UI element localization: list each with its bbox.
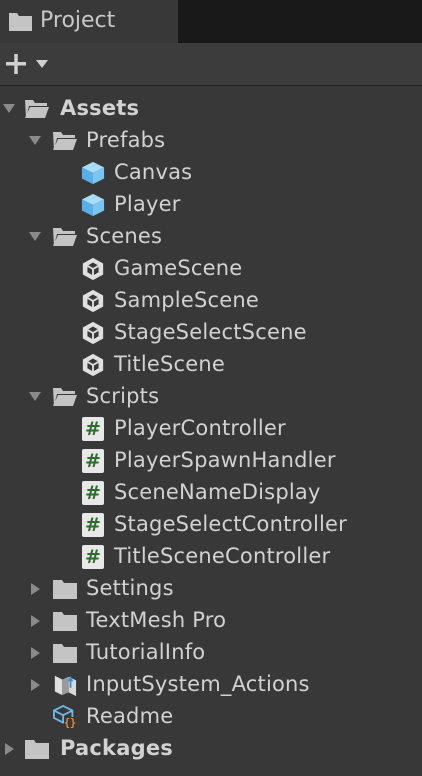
tree-item-label: Assets <box>60 96 140 120</box>
tree-item-packages[interactable]: Packages <box>0 733 422 765</box>
collapsed-arrow-icon[interactable] <box>28 646 42 660</box>
tree-item-playerspawnhandler[interactable]: # PlayerSpawnHandler <box>0 445 422 477</box>
tree-item-label: Canvas <box>114 160 193 184</box>
collapsed-arrow-icon[interactable] <box>2 742 16 756</box>
expanded-arrow-icon[interactable] <box>28 134 42 148</box>
open-folder-icon <box>25 100 49 118</box>
prefab-icon <box>81 193 105 217</box>
tab-project[interactable]: Project <box>0 0 178 43</box>
tree-item-label: TextMesh Pro <box>86 608 227 632</box>
create-button[interactable] <box>4 51 54 77</box>
unity-scene-icon <box>82 321 104 345</box>
tree-item-samplescene[interactable]: SampleScene <box>0 285 422 317</box>
tree-item-label: StageSelectScene <box>114 320 307 344</box>
tree-item-label: Readme <box>86 704 174 728</box>
svg-text:{}: {} <box>64 718 76 729</box>
toolbar <box>0 43 422 86</box>
open-folder-icon <box>53 132 77 150</box>
tree-item-label: StageSelectController <box>114 512 347 536</box>
tree-item-label: GameScene <box>114 256 243 280</box>
expanded-arrow-icon[interactable] <box>28 390 42 404</box>
tree-item-titlescenecontroller[interactable]: # TitleSceneController <box>0 541 422 573</box>
tree-item-readme[interactable]: {} Readme <box>0 701 422 733</box>
unity-scene-icon <box>82 257 104 281</box>
tree-item-scripts[interactable]: Scripts <box>0 381 422 413</box>
collapsed-arrow-icon[interactable] <box>28 678 42 692</box>
tree-item-assets[interactable]: Assets <box>0 93 422 125</box>
readme-json-icon: {} <box>53 705 76 729</box>
tree-item-inputsystem-actions[interactable]: InputSystem_Actions <box>0 669 422 701</box>
tree-item-scenenamedisplay[interactable]: # SceneNameDisplay <box>0 477 422 509</box>
collapsed-arrow-icon[interactable] <box>28 582 42 596</box>
tree-item-label: InputSystem_Actions <box>86 672 310 696</box>
tree-item-settings[interactable]: Settings <box>0 573 422 605</box>
unity-scene-icon <box>82 353 104 377</box>
tree-item-label: PlayerController <box>114 416 286 440</box>
tree-item-scenes[interactable]: Scenes <box>0 221 422 253</box>
tab-strip: Project <box>0 0 422 43</box>
open-folder-icon <box>53 228 77 246</box>
tree-item-label: TitleSceneController <box>114 544 331 568</box>
tree-item-label: Scenes <box>86 224 163 248</box>
tree-item-stageselectcontroller[interactable]: # StageSelectController <box>0 509 422 541</box>
tree-item-label: Scripts <box>86 384 160 408</box>
input-actions-icon <box>54 675 77 697</box>
caret-down-icon <box>36 60 48 68</box>
folder-icon <box>9 13 32 31</box>
plus-icon <box>6 54 26 74</box>
tree-item-tutorialinfo[interactable]: TutorialInfo <box>0 637 422 669</box>
tree-item-playercontroller[interactable]: # PlayerController <box>0 413 422 445</box>
folder-icon <box>53 612 77 631</box>
folder-icon <box>25 740 49 759</box>
tree-item-label: TitleScene <box>114 352 226 376</box>
tree-item-titlescene[interactable]: TitleScene <box>0 349 422 381</box>
tree-item-gamescene[interactable]: GameScene <box>0 253 422 285</box>
csharp-script-icon: # <box>82 513 104 537</box>
tree-item-textmeshpro[interactable]: TextMesh Pro <box>0 605 422 637</box>
tree-item-label: SampleScene <box>114 288 259 312</box>
tree-item-player[interactable]: Player <box>0 189 422 221</box>
tree-item-label: Prefabs <box>86 128 166 152</box>
tree-item-label: Settings <box>86 576 174 600</box>
tree-item-prefabs[interactable]: Prefabs <box>0 125 422 157</box>
tree-item-label: PlayerSpawnHandler <box>114 448 336 472</box>
csharp-script-icon: # <box>82 481 104 505</box>
tree-item-label: TutorialInfo <box>86 640 206 664</box>
csharp-script-icon: # <box>82 417 104 441</box>
open-folder-icon <box>53 388 77 406</box>
prefab-icon <box>81 161 105 185</box>
tree-item-label: SceneNameDisplay <box>114 480 321 504</box>
tree-item-label: Player <box>114 192 181 216</box>
project-window: Project Assets Prefabs Canvas Player Sce… <box>0 0 422 776</box>
collapsed-arrow-icon[interactable] <box>28 614 42 628</box>
folder-icon <box>53 580 77 599</box>
tree-item-canvas[interactable]: Canvas <box>0 157 422 189</box>
tree-item-label: Packages <box>60 736 173 760</box>
folder-icon <box>53 644 77 663</box>
csharp-script-icon: # <box>82 545 104 569</box>
csharp-script-icon: # <box>82 449 104 473</box>
expanded-arrow-icon[interactable] <box>28 230 42 244</box>
tree-item-stageselectscene[interactable]: StageSelectScene <box>0 317 422 349</box>
expanded-arrow-icon[interactable] <box>2 102 16 116</box>
tab-label: Project <box>40 8 116 33</box>
unity-scene-icon <box>82 289 104 313</box>
